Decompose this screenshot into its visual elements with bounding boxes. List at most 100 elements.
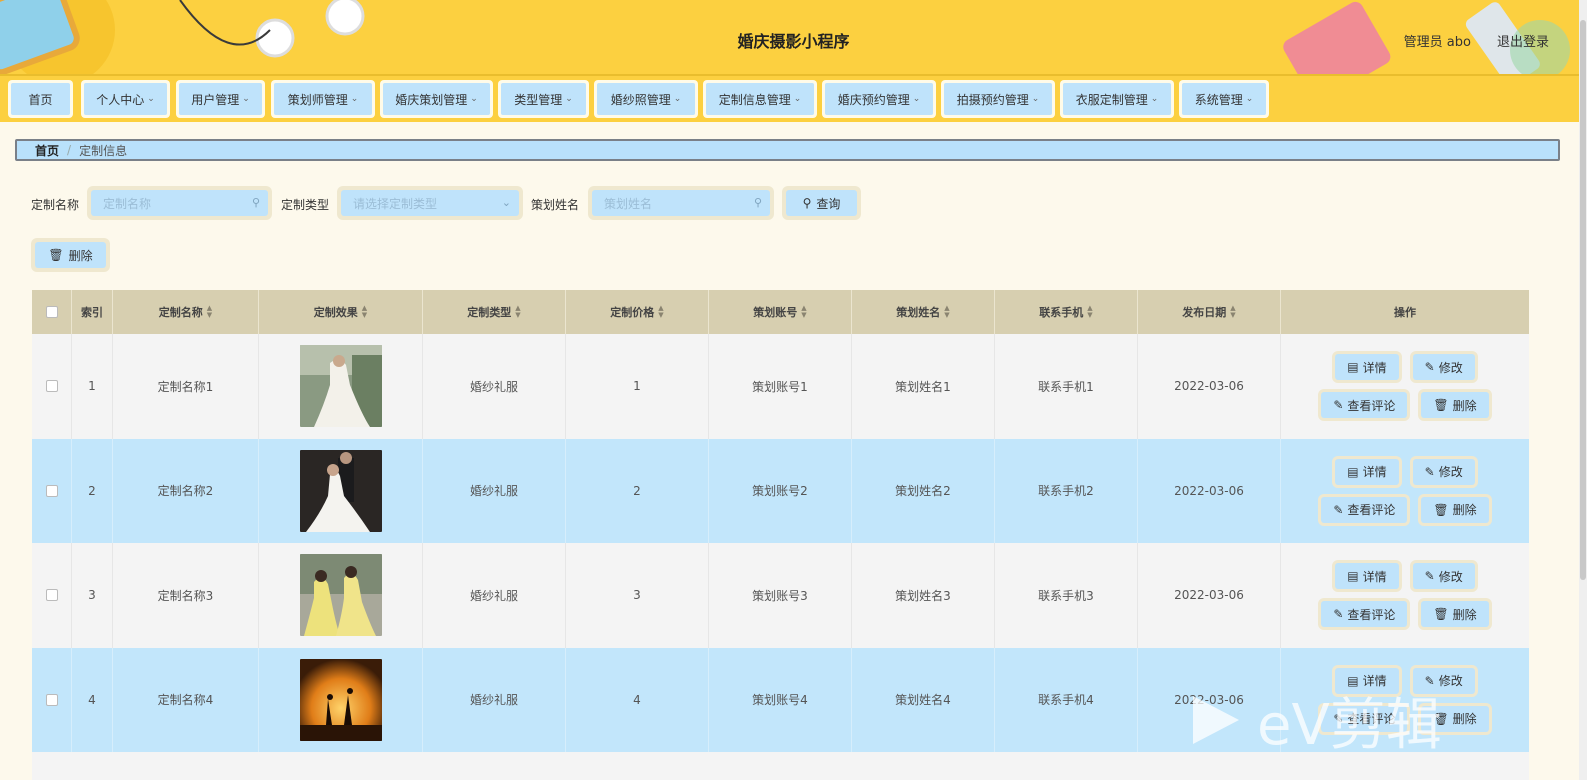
actions-line: ▤ 详情 ✎ 修改 bbox=[1332, 560, 1478, 593]
header-custom-type[interactable]: 定制类型 ▲ ▼ bbox=[423, 290, 566, 334]
cell-custom-price: 2 bbox=[566, 438, 709, 543]
edit-button[interactable]: ✎ 修改 bbox=[1409, 351, 1478, 384]
cell-custom-type: 婚纱礼服 bbox=[423, 438, 566, 543]
nav-item-planner-management[interactable]: 策划师管理 ⌄ bbox=[271, 80, 375, 118]
breadcrumb-home[interactable]: 首页 bbox=[35, 142, 59, 159]
nav-label: 婚庆预约管理 bbox=[837, 92, 910, 107]
custom-effect-image[interactable] bbox=[299, 449, 382, 532]
header-planner-account[interactable]: 策划账号 ▲ ▼ bbox=[709, 290, 852, 334]
view-comments-button[interactable]: ✎ 查看评论 bbox=[1318, 389, 1411, 422]
nav-item-custom-info-management[interactable]: 定制信息管理 ⌄ bbox=[703, 80, 817, 118]
edit-button[interactable]: ✎ 修改 bbox=[1409, 455, 1478, 488]
delete-button[interactable]: 🗑 删除 bbox=[1418, 389, 1492, 422]
nav-item-personal-center[interactable]: 个人中心 ⌄ bbox=[81, 80, 170, 118]
chevron-down-icon: ⌄ bbox=[673, 94, 682, 104]
page-scrollbar[interactable] bbox=[1579, 0, 1587, 780]
cell-index: 4 bbox=[72, 647, 113, 752]
cell-custom-type: 婚纱礼服 bbox=[423, 543, 566, 648]
sort-icon[interactable]: ▲ ▼ bbox=[362, 305, 367, 319]
edit-button[interactable]: ✎ 修改 bbox=[1409, 664, 1478, 697]
header-actions: 操作 bbox=[1281, 290, 1529, 334]
detail-label: 详情 bbox=[1362, 360, 1387, 375]
header-phone[interactable]: 联系手机 ▲ ▼ bbox=[995, 290, 1138, 334]
cell-custom-name: 定制名称3 bbox=[113, 543, 259, 648]
table-header: 索引 定制名称 ▲ ▼ 定制效果 ▲ ▼ 定制类型 ▲ ▼ 定制价格 ▲ ▼ 策划账号 ▲ ▼ 策划… bbox=[32, 290, 1529, 334]
cell-custom-type: 婚纱礼服 bbox=[423, 647, 566, 752]
header-label: 策划账号 bbox=[753, 306, 798, 319]
sort-icon[interactable]: ▲ ▼ bbox=[1087, 305, 1092, 319]
custom-effect-image[interactable] bbox=[299, 345, 382, 428]
header-custom-price[interactable]: 定制价格 ▲ ▼ bbox=[566, 290, 709, 334]
detail-button[interactable]: ▤ 详情 bbox=[1332, 351, 1402, 384]
nav-item-wedding-booking-management[interactable]: 婚庆预约管理 ⌄ bbox=[822, 80, 936, 118]
header-custom-effect[interactable]: 定制效果 ▲ ▼ bbox=[259, 290, 423, 334]
cell-custom-effect bbox=[259, 647, 423, 752]
header-label: 定制名称 bbox=[158, 306, 203, 319]
nav-item-clothing-custom-management[interactable]: 衣服定制管理 ⌄ bbox=[1060, 80, 1174, 118]
detail-button[interactable]: ▤ 详情 bbox=[1332, 664, 1402, 697]
delete-button[interactable]: 🗑 删除 bbox=[1418, 702, 1492, 735]
sort-icon[interactable]: ▲ ▼ bbox=[1230, 305, 1235, 319]
nav-item-type-management[interactable]: 类型管理 ⌄ bbox=[498, 80, 589, 118]
sort-icon[interactable]: ▲ ▼ bbox=[944, 305, 949, 319]
header-custom-name[interactable]: 定制名称 ▲ ▼ bbox=[113, 290, 259, 334]
sort-icon[interactable]: ▲ ▼ bbox=[658, 305, 663, 319]
actions-line: ▤ 详情 ✎ 修改 bbox=[1332, 455, 1478, 488]
header-publish-date[interactable]: 发布日期 ▲ ▼ bbox=[1138, 290, 1281, 334]
table-row: 2 定制名称2 婚纱礼服 2 策划账号2 策划姓名2 联系手机2 2022-03… bbox=[32, 438, 1529, 544]
table-row: 1 定制名称1 婚纱礼服 1 策划账号1 策划姓名1 联系手机1 2022-03… bbox=[32, 334, 1529, 439]
header-label: 定制类型 bbox=[467, 306, 512, 319]
nav-item-wedding-photo-management[interactable]: 婚纱照管理 ⌄ bbox=[594, 80, 698, 118]
search-icon: ⚲ bbox=[251, 196, 260, 209]
pencil-icon: ✎ bbox=[1424, 673, 1435, 688]
delete-button[interactable]: 🗑 删除 bbox=[1418, 493, 1492, 526]
cell-planner-name: 策划姓名4 bbox=[852, 647, 995, 752]
logout-link[interactable]: 退出登录 bbox=[1497, 31, 1549, 50]
custom-name-input[interactable]: 定制名称 ⚲ bbox=[87, 186, 272, 220]
query-button[interactable]: ⚲ 查询 bbox=[782, 186, 861, 220]
custom-effect-image[interactable] bbox=[299, 658, 382, 741]
delete-label: 删除 bbox=[68, 248, 93, 263]
nav-item-shoot-booking-management[interactable]: 拍摄预约管理 ⌄ bbox=[941, 80, 1055, 118]
chevron-down-icon: ⌄ bbox=[147, 94, 155, 104]
row-select-cell bbox=[32, 647, 72, 752]
select-all-checkbox[interactable] bbox=[45, 306, 58, 318]
detail-label: 详情 bbox=[1362, 569, 1387, 584]
cell-custom-type: 婚纱礼服 bbox=[423, 334, 566, 439]
cell-phone: 联系手机4 bbox=[995, 647, 1138, 752]
row-checkbox[interactable] bbox=[45, 693, 58, 706]
cell-publish-date: 2022-03-06 bbox=[1138, 438, 1281, 543]
sort-icon[interactable]: ▲ ▼ bbox=[207, 305, 212, 319]
nav-item-home[interactable]: 首页 bbox=[8, 80, 73, 118]
row-checkbox[interactable] bbox=[45, 484, 58, 497]
select-all-cell bbox=[32, 290, 72, 334]
nav-item-user-management[interactable]: 用户管理 ⌄ bbox=[176, 80, 265, 118]
table-body: 1 定制名称1 婚纱礼服 1 策划账号1 策划姓名1 联系手机1 2022-03… bbox=[32, 334, 1529, 752]
sort-icon[interactable]: ▲ ▼ bbox=[515, 305, 520, 319]
row-checkbox[interactable] bbox=[45, 380, 58, 393]
header-planner-name[interactable]: 策划姓名 ▲ ▼ bbox=[852, 290, 995, 334]
sort-icon[interactable]: ▲ ▼ bbox=[801, 305, 806, 319]
detail-button[interactable]: ▤ 详情 bbox=[1332, 560, 1402, 593]
edit-button[interactable]: ✎ 修改 bbox=[1409, 560, 1478, 593]
custom-effect-image[interactable] bbox=[299, 554, 382, 637]
nav-label: 个人中心 bbox=[96, 92, 145, 107]
cell-index: 2 bbox=[72, 438, 113, 543]
scrollbar-thumb[interactable] bbox=[1580, 20, 1586, 580]
custom-type-select[interactable]: 请选择定制类型 ⌄ bbox=[337, 186, 523, 220]
delete-button[interactable]: 🗑 删除 bbox=[1418, 598, 1492, 631]
query-label: 查询 bbox=[816, 196, 841, 211]
row-checkbox[interactable] bbox=[45, 589, 58, 602]
header-label: 索引 bbox=[81, 306, 103, 319]
pencil-icon: ✎ bbox=[1424, 360, 1435, 375]
nav-item-system-management[interactable]: 系统管理 ⌄ bbox=[1179, 80, 1269, 118]
header: 婚庆摄影小程序 管理员 abo 退出登录 bbox=[0, 0, 1587, 74]
view-comments-button[interactable]: ✎ 查看评论 bbox=[1318, 598, 1411, 631]
detail-button[interactable]: ▤ 详情 bbox=[1332, 455, 1402, 488]
cell-actions: ▤ 详情 ✎ 修改 ✎ 查看评论 🗑 删除 bbox=[1281, 439, 1529, 544]
planner-name-input[interactable]: 策划姓名 ⚲ bbox=[588, 186, 774, 220]
view-comments-button[interactable]: ✎ 查看评论 bbox=[1318, 493, 1411, 526]
nav-item-wedding-plan-management[interactable]: 婚庆策划管理 ⌄ bbox=[380, 80, 493, 118]
bulk-delete-button[interactable]: 🗑 删除 bbox=[31, 238, 110, 272]
view-comments-button[interactable]: ✎ 查看评论 bbox=[1318, 702, 1411, 735]
